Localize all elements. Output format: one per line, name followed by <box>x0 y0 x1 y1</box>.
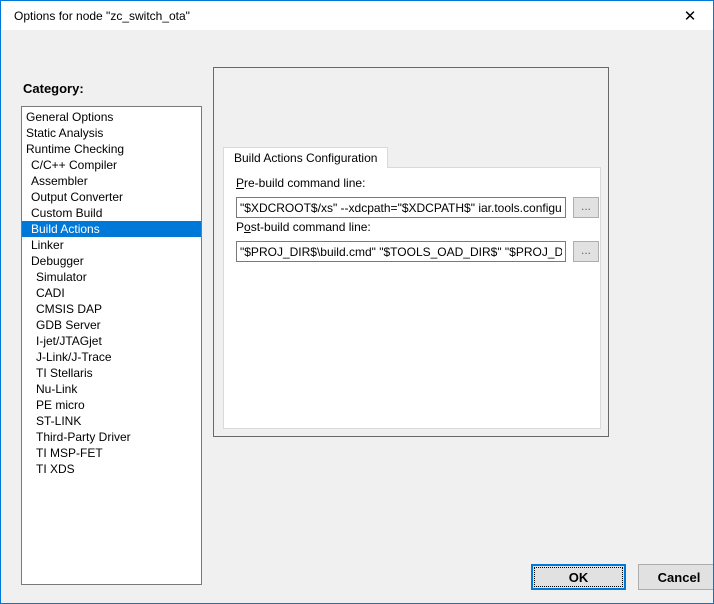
category-item-ti-stellaris[interactable]: TI Stellaris <box>22 365 201 381</box>
category-item-pe-micro[interactable]: PE micro <box>22 397 201 413</box>
category-item-gdb-server[interactable]: GDB Server <box>22 317 201 333</box>
category-label: Category: <box>23 81 84 96</box>
category-item-third-party-driver[interactable]: Third-Party Driver <box>22 429 201 445</box>
pre-build-label: Pre-build command line: <box>236 176 365 190</box>
category-item-j-link-j-trace[interactable]: J-Link/J-Trace <box>22 349 201 365</box>
category-item-ti-xds[interactable]: TI XDS <box>22 461 201 477</box>
category-item-debugger[interactable]: Debugger <box>22 253 201 269</box>
category-item-ti-msp-fet[interactable]: TI MSP-FET <box>22 445 201 461</box>
window-title: Options for node "zc_switch_ota" <box>14 1 190 31</box>
category-item-output-converter[interactable]: Output Converter <box>22 189 201 205</box>
tab-build-actions-configuration[interactable]: Build Actions Configuration <box>223 147 388 168</box>
category-item-linker[interactable]: Linker <box>22 237 201 253</box>
post-build-browse-button[interactable]: ... <box>573 241 599 262</box>
category-item-custom-build[interactable]: Custom Build <box>22 205 201 221</box>
pre-build-browse-button[interactable]: ... <box>573 197 599 218</box>
category-item-nu-link[interactable]: Nu-Link <box>22 381 201 397</box>
post-build-label: Post-build command line: <box>236 220 371 234</box>
category-item-cadi[interactable]: CADI <box>22 285 201 301</box>
options-dialog: Options for node "zc_switch_ota" ✕ Categ… <box>0 0 714 604</box>
category-item-i-jet-jtagjet[interactable]: I-jet/JTAGjet <box>22 333 201 349</box>
category-item-general-options[interactable]: General Options <box>22 109 201 125</box>
close-icon[interactable]: ✕ <box>667 1 713 31</box>
title-bar: Options for node "zc_switch_ota" ✕ <box>1 1 713 31</box>
category-item-runtime-checking[interactable]: Runtime Checking <box>22 141 201 157</box>
category-item-static-analysis[interactable]: Static Analysis <box>22 125 201 141</box>
cancel-button[interactable]: Cancel <box>638 564 714 590</box>
ok-button[interactable]: OK <box>531 564 626 590</box>
category-listbox[interactable]: General OptionsStatic AnalysisRuntime Ch… <box>21 106 202 585</box>
pre-build-command-input[interactable] <box>236 197 566 218</box>
category-item-assembler[interactable]: Assembler <box>22 173 201 189</box>
category-item-build-actions[interactable]: Build Actions <box>22 221 201 237</box>
category-item-cmsis-dap[interactable]: CMSIS DAP <box>22 301 201 317</box>
category-item-st-link[interactable]: ST-LINK <box>22 413 201 429</box>
category-item-simulator[interactable]: Simulator <box>22 269 201 285</box>
build-actions-tabpage: Pre-build command line: ... Post-build c… <box>223 167 601 429</box>
post-build-command-input[interactable] <box>236 241 566 262</box>
category-item-c-c-compiler[interactable]: C/C++ Compiler <box>22 157 201 173</box>
